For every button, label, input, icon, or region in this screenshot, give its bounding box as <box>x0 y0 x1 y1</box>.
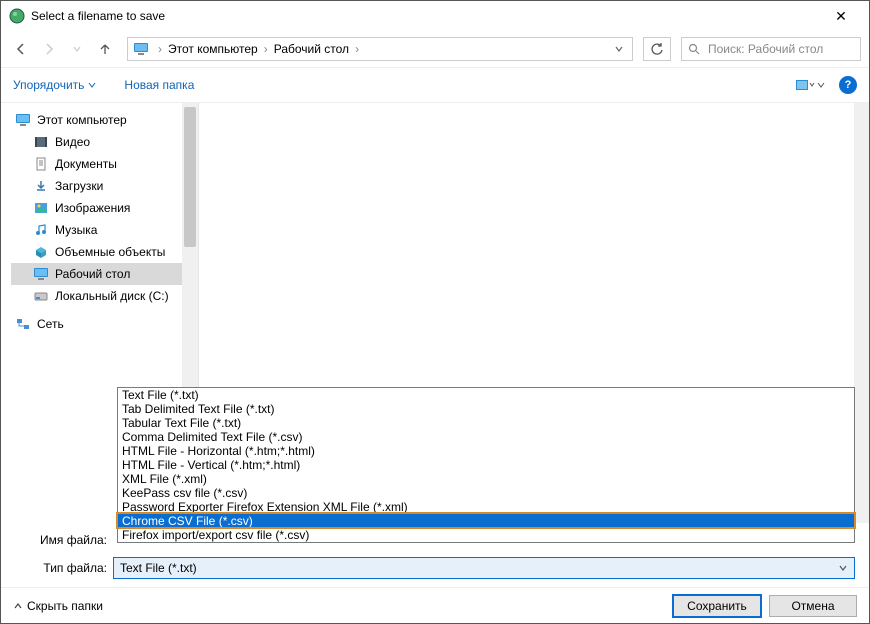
filetype-option[interactable]: Text File (*.txt) <box>118 388 854 402</box>
footer: Скрыть папки Сохранить Отмена <box>1 587 869 623</box>
refresh-button[interactable] <box>643 37 671 61</box>
filetype-dropdown-list: Text File (*.txt) Tab Delimited Text Fil… <box>117 387 855 543</box>
app-icon <box>9 8 25 24</box>
tree-pictures[interactable]: Изображения <box>11 197 198 219</box>
filetype-label: Тип файла: <box>1 561 113 575</box>
back-button[interactable] <box>9 37 33 61</box>
film-icon <box>33 134 49 150</box>
organize-menu[interactable]: Упорядочить <box>13 78 96 92</box>
filetype-option[interactable]: HTML File - Horizontal (*.htm;*.html) <box>118 444 854 458</box>
tree-downloads[interactable]: Загрузки <box>11 175 198 197</box>
search-icon <box>688 43 702 55</box>
desktop-icon <box>33 266 49 282</box>
address-bar[interactable]: › Этот компьютер › Рабочий стол › <box>127 37 633 61</box>
forward-button[interactable] <box>37 37 61 61</box>
help-button[interactable]: ? <box>839 76 857 94</box>
chevron-right-icon[interactable]: › <box>156 42 164 56</box>
monitor-icon <box>15 112 31 128</box>
up-button[interactable] <box>93 37 117 61</box>
disk-icon <box>33 288 49 304</box>
breadcrumb-desktop[interactable]: Рабочий стол <box>270 42 353 56</box>
search-input[interactable]: Поиск: Рабочий стол <box>681 37 861 61</box>
breadcrumb-this-pc[interactable]: Этот компьютер <box>164 42 262 56</box>
filetype-option[interactable]: Comma Delimited Text File (*.csv) <box>118 430 854 444</box>
chevron-down-icon <box>838 563 848 573</box>
tree-videos[interactable]: Видео <box>11 131 198 153</box>
chevron-right-icon[interactable]: › <box>353 42 361 56</box>
filename-label: Имя файла: <box>1 533 113 547</box>
address-dropdown[interactable] <box>610 44 628 54</box>
chevron-right-icon[interactable]: › <box>262 42 270 56</box>
hide-folders-toggle[interactable]: Скрыть папки <box>13 599 103 613</box>
tree-music[interactable]: Музыка <box>11 219 198 241</box>
content-scrollbar[interactable] <box>854 103 869 523</box>
music-icon <box>33 222 49 238</box>
filetype-option[interactable]: Firefox import/export csv file (*.csv) <box>118 528 854 542</box>
recent-dropdown[interactable] <box>65 37 89 61</box>
save-button[interactable]: Сохранить <box>673 595 761 617</box>
window-title: Select a filename to save <box>31 9 821 23</box>
filetype-option[interactable]: Tabular Text File (*.txt) <box>118 416 854 430</box>
close-button[interactable]: ✕ <box>821 8 861 25</box>
network-icon <box>15 316 31 332</box>
tree-3d-objects[interactable]: Объемные объекты <box>11 241 198 263</box>
filetype-combobox[interactable]: Text File (*.txt) <box>113 557 855 579</box>
filetype-option[interactable]: Password Exporter Firefox Extension XML … <box>118 500 854 514</box>
filetype-option[interactable]: XML File (*.xml) <box>118 472 854 486</box>
download-icon <box>33 178 49 194</box>
new-folder-button[interactable]: Новая папка <box>124 78 194 92</box>
filetype-option[interactable]: Tab Delimited Text File (*.txt) <box>118 402 854 416</box>
monitor-icon <box>132 40 150 58</box>
filetype-option-selected[interactable]: Chrome CSV File (*.csv) <box>118 514 854 528</box>
chevron-up-icon <box>13 601 23 611</box>
title-bar: Select a filename to save ✕ <box>1 1 869 31</box>
filetype-option[interactable]: HTML File - Vertical (*.htm;*.html) <box>118 458 854 472</box>
tree-local-disk[interactable]: Локальный диск (C:) <box>11 285 198 307</box>
filetype-option[interactable]: KeePass csv file (*.csv) <box>118 486 854 500</box>
picture-icon <box>33 200 49 216</box>
document-icon <box>33 156 49 172</box>
cancel-button[interactable]: Отмена <box>769 595 857 617</box>
tree-this-pc[interactable]: Этот компьютер <box>11 109 198 131</box>
tree-desktop[interactable]: Рабочий стол <box>11 263 198 285</box>
view-options[interactable] <box>795 78 825 92</box>
toolbar: Упорядочить Новая папка ? <box>1 67 869 103</box>
search-placeholder: Поиск: Рабочий стол <box>708 42 823 56</box>
tree-network[interactable]: Сеть <box>11 313 198 335</box>
cube-icon <box>33 244 49 260</box>
tree-documents[interactable]: Документы <box>11 153 198 175</box>
nav-row: › Этот компьютер › Рабочий стол › Поиск:… <box>1 31 869 67</box>
